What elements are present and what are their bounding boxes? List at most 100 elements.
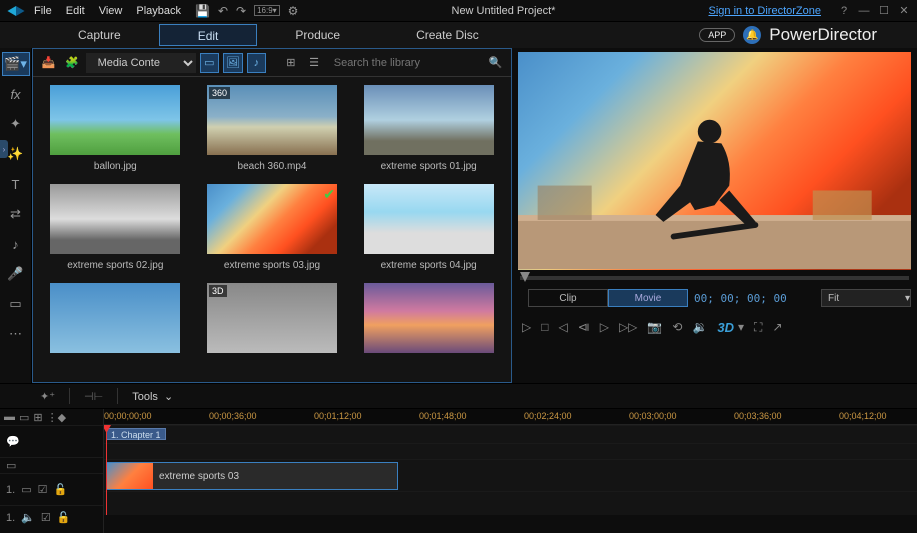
track2-visible-icon[interactable]: ☑ — [41, 511, 51, 524]
timeline-ruler[interactable]: 00;00;00;0000;00;36;0000;01;12;0000;01;4… — [104, 409, 917, 425]
track2-lock-icon[interactable]: 🔓 — [57, 511, 71, 524]
tl-view2-icon[interactable]: ▭ — [19, 411, 29, 424]
scrubber-marker[interactable] — [520, 272, 530, 282]
filter-video-icon[interactable]: ▭ — [200, 53, 220, 73]
mode-create-disc[interactable]: Create Disc — [378, 24, 517, 46]
tab-movie[interactable]: Movie — [608, 289, 688, 307]
filter-audio-icon[interactable]: ♪ — [247, 53, 267, 73]
volume-icon[interactable]: 🔉 — [692, 320, 707, 334]
split-icon[interactable]: ⊣⊢ — [84, 390, 103, 403]
transition-room-icon[interactable]: ⇄ — [2, 202, 30, 226]
audio-track-1[interactable] — [104, 491, 917, 515]
media-thumb — [364, 85, 494, 155]
prev-frame-icon[interactable]: ◁ — [558, 320, 567, 334]
ruler-tick: 00;01;12;00 — [314, 411, 362, 421]
magic-tool-icon[interactable]: ✦⁺ — [40, 390, 55, 403]
tools-menu[interactable]: Tools ⌄ — [132, 390, 173, 403]
chapter-track-icon[interactable]: 💬 — [6, 435, 20, 448]
preview-scrubber[interactable] — [520, 276, 909, 280]
media-item[interactable]: ✔extreme sports 03.jpg — [198, 184, 347, 277]
menu-playback[interactable]: Playback — [136, 5, 181, 17]
top-icons: 💾 ↶ ↷ 16:9▾ ⚙ — [195, 4, 298, 18]
menu-view[interactable]: View — [99, 5, 123, 17]
tl-markers-icon[interactable]: ⋮◆ — [47, 411, 66, 424]
search-icon[interactable]: 🔍 — [486, 53, 505, 73]
loop-icon[interactable]: ⟲ — [672, 320, 682, 334]
mode-produce[interactable]: Produce — [257, 24, 378, 46]
media-item[interactable]: extreme sports 04.jpg — [354, 184, 503, 277]
media-room-icon[interactable]: 🎬▾ — [2, 52, 30, 76]
media-item[interactable] — [354, 283, 503, 365]
aspect-icon[interactable]: 16:9▾ — [254, 5, 280, 16]
import-icon[interactable]: 📥 — [39, 53, 58, 73]
media-item[interactable]: 3D — [198, 283, 347, 365]
track1-video-icon[interactable]: ▭ — [21, 483, 31, 496]
audio-mixing-icon[interactable]: ♪ — [2, 232, 30, 256]
track2-audio-icon[interactable]: 🔈 — [21, 511, 35, 524]
menu-file[interactable]: File — [34, 5, 52, 17]
search-input[interactable] — [328, 55, 482, 71]
stop-icon[interactable]: □ — [541, 320, 548, 334]
help-icon[interactable]: ? — [837, 4, 851, 18]
track2-num: 1. — [6, 512, 15, 524]
mode-edit[interactable]: Edit — [159, 24, 258, 46]
save-icon[interactable]: 💾 — [195, 4, 210, 18]
media-item[interactable]: 360beach 360.mp4 — [198, 85, 347, 178]
fx-room-icon[interactable]: fx — [2, 82, 30, 106]
media-item[interactable]: ballon.jpg — [41, 85, 190, 178]
voiceover-icon[interactable]: 🎤 — [2, 262, 30, 286]
menu-edit[interactable]: Edit — [66, 5, 85, 17]
signin-link[interactable]: Sign in to DirectorZone — [709, 5, 822, 17]
marker-track[interactable] — [104, 443, 917, 459]
plugin-icon[interactable]: 🧩 — [62, 53, 81, 73]
content-type-select[interactable]: Media Content — [86, 53, 196, 73]
mode-capture[interactable]: Capture — [40, 24, 159, 46]
maximize-icon[interactable]: ☐ — [877, 4, 891, 18]
step-back-icon[interactable]: ⧏ — [578, 320, 590, 334]
play-controls: ▷ □ ◁ ⧏ ▷ ▷▷ 📷 ⟲ 🔉 3D▾ ⛶ ↗ — [518, 316, 911, 338]
play-icon[interactable]: ▷ — [522, 320, 531, 334]
minimize-icon[interactable]: — — [857, 4, 871, 18]
view-detail-icon[interactable]: ☰ — [304, 53, 323, 73]
media-thumb — [50, 85, 180, 155]
pip-room-icon[interactable]: ✦ — [2, 112, 30, 136]
view-grid-icon[interactable]: ⊞ — [281, 53, 300, 73]
quality-icon[interactable]: ⛶ — [754, 320, 762, 335]
chapter-room-icon[interactable]: ▭ — [2, 292, 30, 316]
notifications-icon[interactable]: 🔔 — [743, 26, 761, 44]
settings-icon[interactable]: ⚙ — [288, 4, 299, 18]
fast-fwd-icon[interactable]: ▷▷ — [619, 320, 637, 334]
app-badge[interactable]: APP — [699, 28, 735, 42]
tl-view1-icon[interactable]: ▬ — [4, 411, 15, 423]
dock-icon[interactable]: ↗ — [772, 320, 782, 334]
step-fwd-icon[interactable]: ▷ — [600, 320, 609, 334]
mode-bar: Capture Edit Produce Create Disc APP 🔔 P… — [0, 22, 917, 48]
media-item[interactable]: extreme sports 01.jpg — [354, 85, 503, 178]
title-room-icon[interactable]: T — [2, 172, 30, 196]
close-icon[interactable]: ✕ — [897, 4, 911, 18]
undo-icon[interactable]: ↶ — [218, 4, 228, 18]
ruler-tick: 00;01;48;00 — [419, 411, 467, 421]
tl-add-track-icon[interactable]: ⊞ — [33, 411, 42, 424]
media-item[interactable]: extreme sports 02.jpg — [41, 184, 190, 277]
library-toolbar: 📥 🧩 Media Content ▭ 🖼 ♪ ⊞ ☰ 🔍 — [33, 49, 511, 77]
media-item[interactable] — [41, 283, 190, 365]
tab-clip[interactable]: Clip — [528, 289, 608, 307]
video-track-1[interactable]: extreme sports 03 — [104, 459, 917, 491]
track1-lock-icon[interactable]: 🔓 — [53, 483, 67, 496]
sidebar-expand-icon[interactable]: › — [0, 140, 8, 158]
filter-image-icon[interactable]: 🖼 — [223, 53, 243, 73]
ruler-tick: 00;00;00;00 — [104, 411, 152, 421]
subtitle-room-icon[interactable]: ⋯ — [2, 322, 30, 346]
chapter-track[interactable]: 1. Chapter 1 — [104, 425, 917, 443]
chapter-marker[interactable]: 1. Chapter 1 — [106, 428, 166, 440]
timeline-clip[interactable]: extreme sports 03 — [106, 462, 398, 490]
zoom-fit-select[interactable]: Fit▾ — [821, 289, 911, 307]
redo-icon[interactable]: ↷ — [236, 4, 246, 18]
timeline: ▬ ▭ ⊞ ⋮◆ 💬 ▭ 1. ▭ ☑ 🔓 1. 🔈 ☑ 🔓 00;00;00;… — [0, 409, 917, 533]
snapshot-icon[interactable]: 📷 — [647, 320, 662, 334]
marker-track-icon[interactable]: ▭ — [6, 459, 16, 472]
timeline-playhead[interactable] — [106, 425, 107, 515]
3d-icon[interactable]: 3D — [717, 320, 734, 335]
track1-visible-icon[interactable]: ☑ — [38, 483, 48, 496]
